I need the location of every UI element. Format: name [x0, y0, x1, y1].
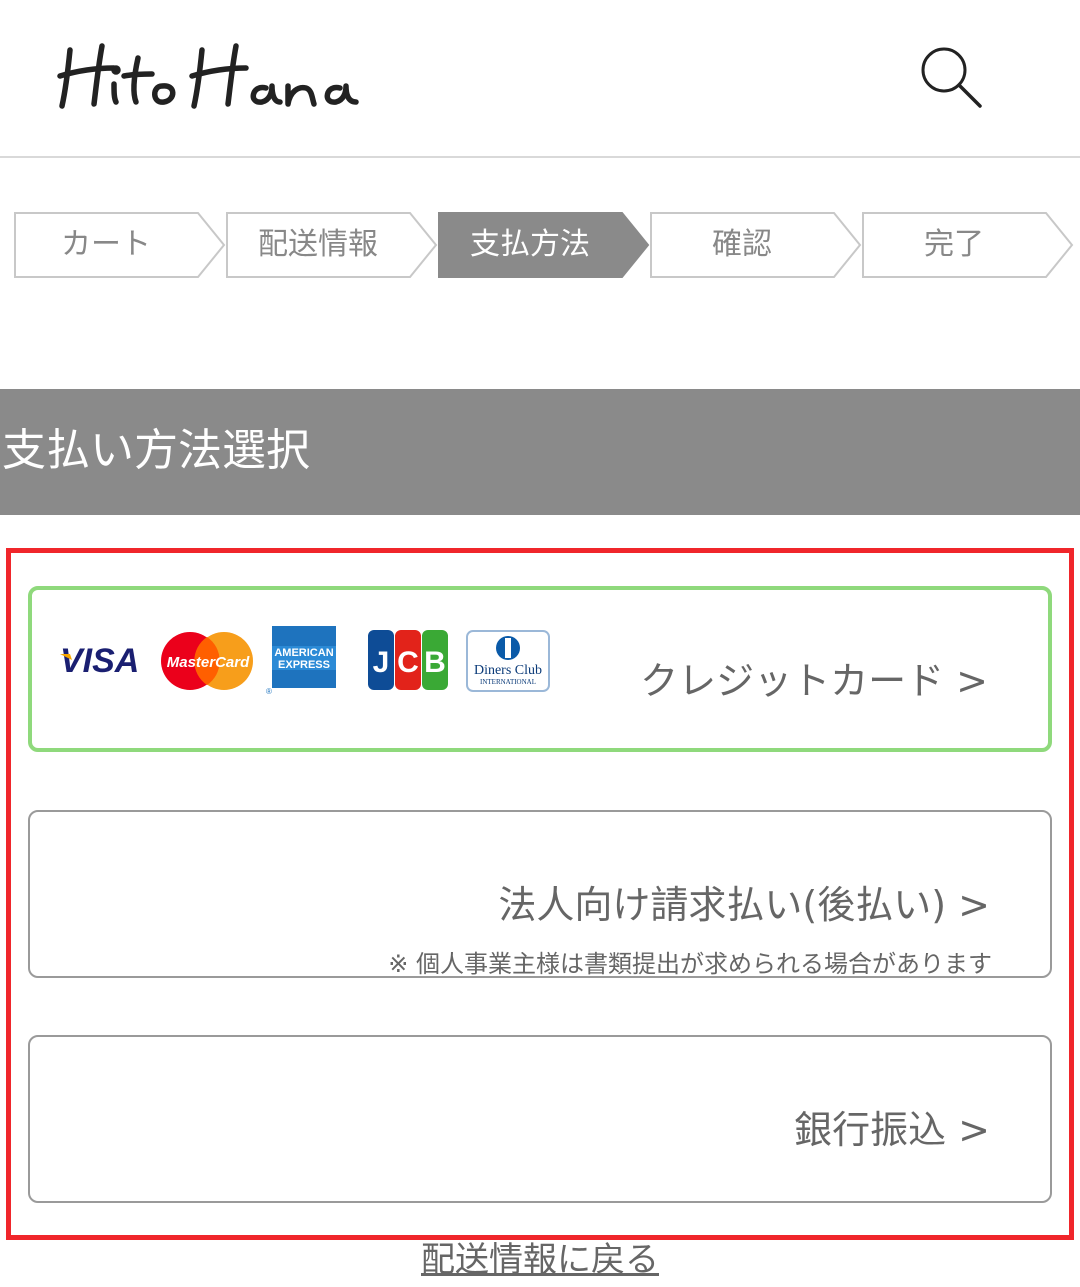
section-header: 支払い方法選択 — [0, 389, 1080, 515]
hitohana-logo — [57, 43, 359, 109]
invoice-payment-option[interactable]: 法人向け請求払い(後払い) > ※ 個人事業主様は書類提出が求められる場合があり… — [28, 810, 1052, 978]
svg-text:Diners Club: Diners Club — [474, 663, 542, 678]
step-label: 配送情報 — [258, 227, 378, 262]
logo[interactable] — [52, 36, 382, 116]
svg-text:MasterCard: MasterCard — [167, 654, 250, 671]
search-button[interactable] — [912, 38, 992, 118]
invoice-payment-label: 法人向け請求払い(後払い) > — [498, 883, 990, 927]
svg-text:INTERNATIONAL: INTERNATIONAL — [480, 678, 536, 686]
visa-logo: VISA — [60, 642, 139, 680]
step-complete: 完了 — [862, 212, 1074, 278]
search-icon — [921, 47, 982, 108]
jcb-logo: J C B — [368, 630, 448, 690]
step-confirm: 確認 — [650, 212, 862, 278]
svg-text:VISA: VISA — [60, 642, 139, 680]
mastercard-logo: MasterCard — [161, 632, 253, 690]
step-label: 支払方法 — [470, 227, 590, 262]
step-cart: カート — [14, 212, 226, 278]
bank-transfer-option[interactable]: 銀行振込 > — [28, 1035, 1052, 1203]
step-label: カート — [61, 227, 151, 262]
header — [0, 0, 1080, 158]
checkout-steps: カート 配送情報 支払方法 確認 完了 — [14, 212, 1074, 280]
invoice-payment-note: ※ 個人事業主様は書類提出が求められる場合があります — [388, 950, 992, 978]
svg-text:C: C — [397, 646, 419, 679]
section-title: 支払い方法選択 — [2, 425, 310, 476]
credit-card-option[interactable]: VISA MasterCard AMERICAN EXPRESS ® J C B — [28, 586, 1052, 752]
card-brand-logos: VISA MasterCard AMERICAN EXPRESS ® J C B — [58, 626, 558, 698]
step-payment: 支払方法 — [438, 212, 650, 278]
credit-card-label: クレジットカード > — [640, 659, 988, 703]
svg-text:B: B — [424, 646, 446, 679]
svg-text:AMERICAN: AMERICAN — [274, 647, 333, 659]
svg-text:EXPRESS: EXPRESS — [278, 659, 330, 671]
svg-text:J: J — [373, 646, 390, 679]
diners-club-logo: Diners Club INTERNATIONAL — [466, 630, 550, 692]
step-label: 確認 — [712, 227, 772, 262]
step-label: 完了 — [924, 227, 984, 262]
bank-transfer-label: 銀行振込 > — [794, 1108, 990, 1152]
svg-text:®: ® — [266, 687, 272, 696]
back-to-shipping-link[interactable]: 配送情報に戻る — [0, 1232, 1080, 1281]
amex-logo: AMERICAN EXPRESS ® — [266, 626, 336, 696]
step-shipping: 配送情報 — [226, 212, 438, 278]
